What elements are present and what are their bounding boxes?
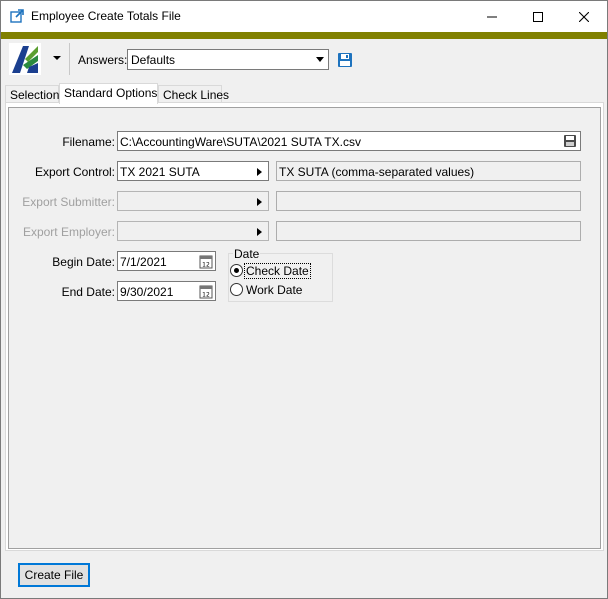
tab-strip: Selection Standard Options Check Lines	[3, 83, 607, 104]
external-link-icon	[10, 9, 24, 23]
begin-date-field[interactable]: 7/1/2021 12	[117, 251, 216, 271]
save-icon[interactable]	[337, 52, 353, 68]
export-submitter-field	[117, 191, 269, 211]
window-title: Employee Create Totals File	[31, 9, 181, 23]
filename-field[interactable]: C:\AccountingWare\SUTA\2021 SUTA TX.csv	[117, 131, 581, 151]
work-date-label: Work Date	[246, 283, 303, 297]
radio-button[interactable]	[230, 283, 243, 296]
close-icon	[579, 11, 589, 22]
check-date-label: Check Date	[244, 263, 311, 279]
chevron-right-icon	[257, 198, 262, 206]
chevron-down-icon[interactable]	[51, 53, 63, 63]
close-button[interactable]	[561, 1, 607, 32]
accent-bar	[1, 32, 607, 39]
filename-value: C:\AccountingWare\SUTA\2021 SUTA TX.csv	[120, 135, 361, 149]
folder-icon[interactable]	[563, 134, 577, 148]
filename-label: Filename:	[62, 135, 115, 149]
minimize-button[interactable]	[469, 1, 515, 32]
tab-panel: Filename: C:\AccountingWare\SUTA\2021 SU…	[5, 102, 604, 551]
minimize-icon	[487, 16, 497, 17]
export-control-label: Export Control:	[34, 165, 115, 179]
export-control-value: TX 2021 SUTA	[120, 165, 200, 179]
toolbar-separator	[69, 43, 70, 75]
app-logo[interactable]	[9, 43, 41, 75]
tab-standard-options[interactable]: Standard Options	[59, 83, 158, 104]
export-employer-field	[117, 221, 269, 241]
toolbar: Answers: Defaults	[1, 39, 607, 81]
export-submitter-description	[276, 191, 581, 211]
export-control-description: TX SUTA (comma-separated values)	[276, 161, 581, 181]
answers-value: Defaults	[131, 53, 176, 67]
tab-check-lines[interactable]: Check Lines	[158, 85, 229, 103]
maximize-button[interactable]	[515, 1, 561, 32]
chevron-right-icon[interactable]	[257, 168, 262, 176]
end-date-label: End Date:	[61, 285, 115, 299]
svg-text:12: 12	[202, 292, 210, 299]
export-control-field[interactable]: TX 2021 SUTA	[117, 161, 269, 181]
calendar-icon[interactable]: 12	[199, 284, 213, 299]
export-control-desc-value: TX SUTA (comma-separated values)	[279, 165, 475, 179]
app-window: Employee Create Totals File Answers: Def…	[0, 0, 608, 599]
radio-button-selected[interactable]	[230, 264, 243, 277]
svg-text:12: 12	[202, 262, 210, 269]
tab-selection[interactable]: Selection	[5, 85, 59, 103]
date-group-label: Date	[233, 247, 261, 261]
radio-work-date[interactable]: Work Date	[230, 282, 330, 298]
begin-date-label: Begin Date:	[52, 255, 115, 269]
end-date-field[interactable]: 9/30/2021 12	[117, 281, 216, 301]
export-employer-label: Export Employer:	[22, 225, 115, 239]
maximize-icon	[533, 11, 543, 22]
begin-date-value: 7/1/2021	[120, 255, 167, 269]
answers-label: Answers:	[78, 53, 128, 67]
calendar-icon[interactable]: 12	[199, 254, 213, 269]
end-date-value: 9/30/2021	[120, 285, 174, 299]
dropdown-arrow-icon	[316, 57, 324, 62]
chevron-right-icon	[257, 228, 262, 236]
create-file-button[interactable]: Create File	[18, 563, 90, 587]
title-bar: Employee Create Totals File	[1, 1, 607, 32]
export-submitter-label: Export Submitter:	[22, 195, 115, 209]
radio-check-date[interactable]: Check Date	[230, 263, 330, 279]
answers-dropdown[interactable]: Defaults	[127, 49, 329, 70]
export-employer-description	[276, 221, 581, 241]
options-group: Filename: C:\AccountingWare\SUTA\2021 SU…	[8, 107, 601, 549]
